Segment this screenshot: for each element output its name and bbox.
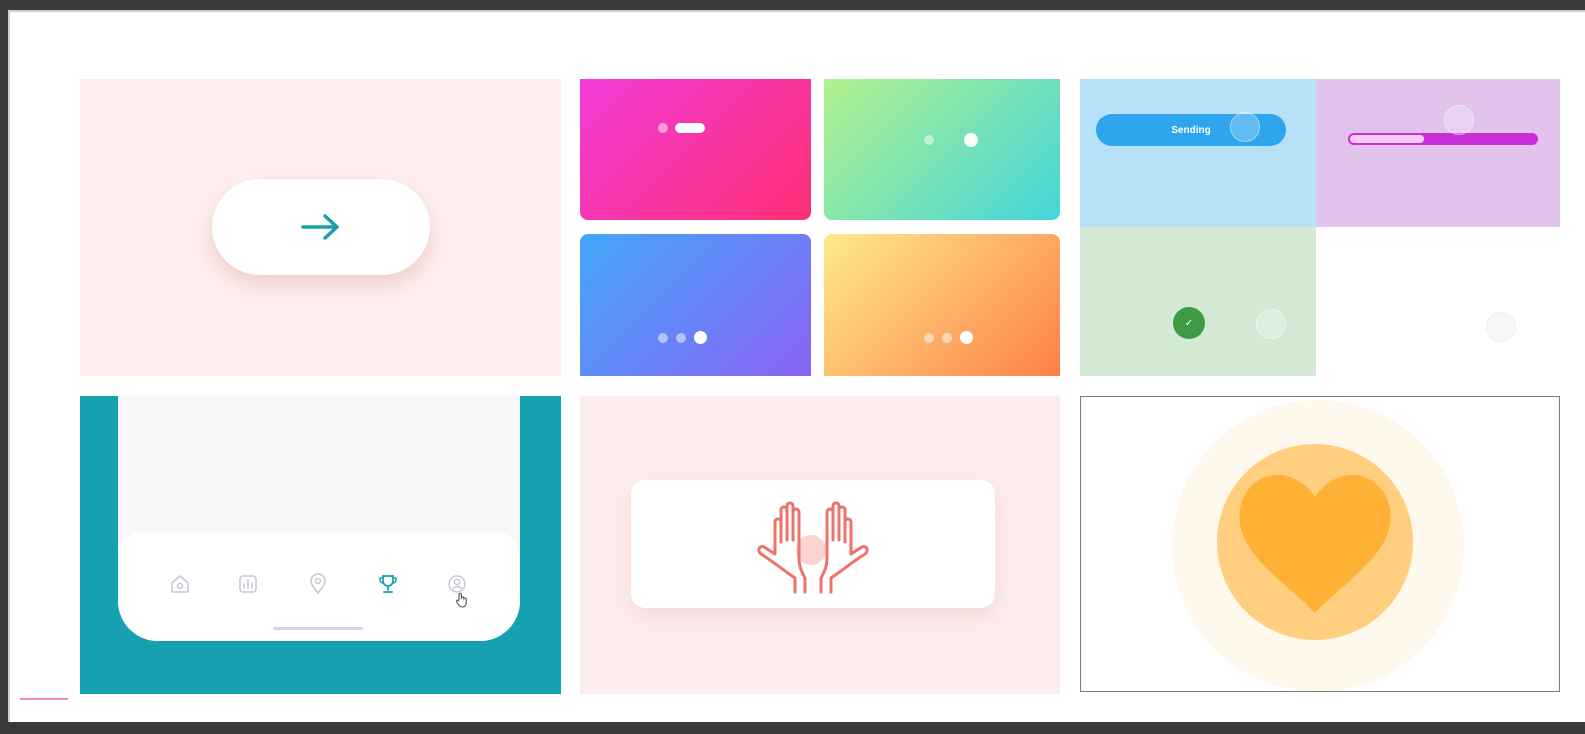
success-badge: ✓	[1173, 307, 1205, 339]
trophy-icon	[379, 575, 397, 593]
location-pin-icon	[310, 573, 326, 595]
progress-state-demo	[1316, 79, 1560, 227]
idle-state-demo	[1316, 227, 1560, 376]
dot-indicator-pink	[580, 79, 811, 220]
nav-item-stats[interactable]	[236, 572, 260, 596]
progress-bar	[1348, 133, 1538, 145]
page-dots	[924, 133, 978, 147]
ripple-circle	[1256, 309, 1286, 339]
hand-cursor-icon	[455, 592, 467, 608]
success-state-demo: ✓	[1080, 227, 1316, 376]
selection-underline	[20, 698, 68, 700]
next-button[interactable]	[212, 179, 430, 275]
page-dot[interactable]	[658, 123, 668, 133]
high-five-card[interactable]	[631, 480, 995, 608]
nav-item-location[interactable]	[306, 572, 330, 596]
page-dot[interactable]	[942, 332, 952, 343]
arrow-button-demo	[80, 79, 561, 376]
home-indicator	[273, 627, 363, 630]
dot-indicator-green	[824, 79, 1060, 220]
progress-fill	[1350, 135, 1425, 143]
favorite-heart-demo	[1080, 396, 1560, 692]
bottom-nav-demo	[80, 396, 561, 694]
preview-canvas: Sending ✓	[8, 10, 1585, 722]
page-dots	[658, 123, 705, 133]
page-dot[interactable]	[924, 332, 934, 343]
page-dot-active[interactable]	[960, 331, 973, 344]
sending-state-demo: Sending	[1080, 79, 1316, 227]
dot-indicator-blue	[580, 234, 811, 376]
phone-screen	[118, 396, 520, 641]
page-dots	[924, 331, 973, 344]
arrow-right-icon	[301, 214, 339, 240]
ripple-circle	[1486, 312, 1516, 342]
page-dot-active[interactable]	[964, 133, 978, 147]
home-icon	[171, 575, 189, 593]
page-dot[interactable]	[924, 135, 934, 145]
high-five-hands-icon	[757, 501, 869, 594]
heart-icon[interactable]	[1231, 467, 1399, 617]
page-dots	[658, 331, 707, 344]
page-dot[interactable]	[676, 332, 686, 343]
dot-indicator-orange	[824, 234, 1060, 376]
page-dot-active[interactable]	[675, 123, 705, 133]
high-five-demo	[580, 396, 1060, 694]
page-dot-active[interactable]	[694, 331, 707, 344]
nav-item-trophy[interactable]	[376, 572, 400, 596]
nav-item-home[interactable]	[168, 572, 192, 596]
page-dot[interactable]	[658, 332, 668, 343]
bottom-navigation-bar	[118, 532, 520, 641]
ripple-circle	[1230, 112, 1260, 142]
sending-label: Sending	[1171, 124, 1211, 136]
check-icon: ✓	[1184, 317, 1194, 329]
chart-icon	[239, 575, 257, 593]
ripple-circle	[1444, 105, 1474, 135]
